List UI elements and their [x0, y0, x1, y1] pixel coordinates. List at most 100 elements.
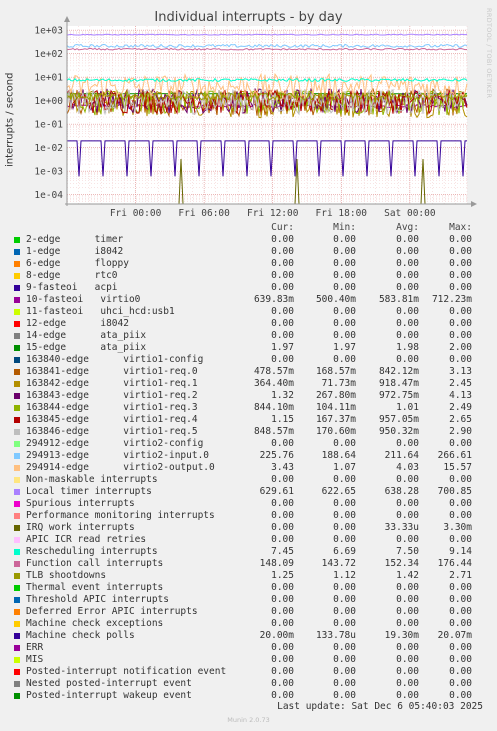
- legend-cur-value: 0.00: [271, 270, 294, 281]
- legend-row: Non-maskable interrupts 0.00 0.00 0.00 0.00: [0, 474, 497, 486]
- legend-series-name: Rescheduling interrupts: [26, 546, 158, 557]
- legend-max-value: 0.00: [449, 354, 472, 365]
- legend-series-name: Non-maskable interrupts: [26, 474, 158, 485]
- legend-cur-value: 0.00: [271, 438, 294, 449]
- legend-max-value: 0.00: [449, 246, 472, 257]
- munin-version: Munin 2.0.73: [227, 716, 270, 724]
- legend-swatch: [14, 501, 20, 507]
- legend-row: 163842-edge virtio1-req.1 364.40m 71.73m 91…: [0, 378, 497, 390]
- legend-min-value: 0.00: [333, 354, 356, 365]
- legend-cur-value: 478.57m: [253, 366, 294, 377]
- legend-max-value: 2.49: [449, 402, 472, 413]
- legend-cur-value: 0.00: [271, 594, 294, 605]
- legend-min-value: 0.00: [333, 234, 356, 245]
- legend-series-name: 163843-edge virtio1-req.2: [26, 390, 198, 401]
- legend-cur-value: 1.25: [271, 570, 294, 581]
- legend-series-name: Performance monitoring interrupts: [26, 510, 215, 521]
- legend-max-value: 2.00: [449, 342, 472, 353]
- legend-cur-value: 0.00: [271, 318, 294, 329]
- legend-row: ERR 0.00 0.00 0.00 0.00: [0, 642, 497, 654]
- legend-series-name: IRQ work interrupts: [26, 522, 135, 533]
- legend-max-value: 9.14: [449, 546, 472, 557]
- legend-cur-value: 0.00: [271, 474, 294, 485]
- legend-swatch: [14, 393, 20, 399]
- legend-series-name: 163841-edge virtio1-req.0: [26, 366, 198, 377]
- y-tick-label: 1e-03: [34, 167, 63, 178]
- legend-max-value: 0.00: [449, 498, 472, 509]
- legend-swatch: [14, 573, 20, 579]
- legend-max-value: 0.00: [449, 474, 472, 485]
- legend-max-value: 0.00: [449, 642, 472, 653]
- legend-row: 163844-edge virtio1-req.3 844.10m 104.11m 1…: [0, 402, 497, 414]
- legend-min-value: 1.12: [333, 570, 356, 581]
- legend-swatch: [14, 537, 20, 543]
- legend: 2-edge timer 0.00 0.00 0.00 0.00 1-edge i8042…: [0, 234, 497, 702]
- legend-cur-value: 0.00: [271, 330, 294, 341]
- legend-swatch: [14, 357, 20, 363]
- legend-header: Cur: Min: Avg: Max:: [0, 222, 497, 234]
- y-tick-label: 1e+03: [34, 26, 63, 37]
- legend-series-name: 163840-edge virtio1-config: [26, 354, 204, 365]
- legend-series-name: 14-edge ata_piix: [26, 330, 147, 341]
- legend-series-name: Deferred Error APIC interrupts: [26, 606, 198, 617]
- legend-series-name: TLB shootdowns: [26, 570, 107, 581]
- legend-swatch: [14, 441, 20, 447]
- legend-row: 15-edge ata_piix 1.97 1.97 1.98 2.00: [0, 342, 497, 354]
- legend-swatch: [14, 645, 20, 651]
- legend-max-value: 2.45: [449, 378, 472, 389]
- legend-swatch: [14, 429, 20, 435]
- y-tick-label: 1e+01: [34, 73, 63, 84]
- legend-swatch: [14, 309, 20, 315]
- legend-swatch: [14, 693, 20, 699]
- legend-cur-value: 1.97: [271, 342, 294, 353]
- legend-min-value: 0.00: [333, 474, 356, 485]
- legend-min-value: 0.00: [333, 606, 356, 617]
- legend-max-value: 15.57: [443, 462, 472, 473]
- legend-max-value: 0.00: [449, 306, 472, 317]
- legend-series-name: Posted-interrupt notification event: [26, 666, 227, 677]
- legend-row: APIC ICR read retries 0.00 0.00 0.00 0.00: [0, 534, 497, 546]
- legend-series-name: 10-fasteoi virtio0: [26, 294, 141, 305]
- legend-series-name: Nested posted-interrupt event: [26, 678, 192, 689]
- legend-row: 163843-edge virtio1-req.2 1.32 267.80m 972.…: [0, 390, 497, 402]
- legend-swatch: [14, 477, 20, 483]
- legend-row: 9-fasteoi acpi 0.00 0.00 0.00 0.00: [0, 282, 497, 294]
- legend-series-name: 294912-edge virtio2-config: [26, 438, 204, 449]
- legend-cur-value: 364.40m: [253, 378, 294, 389]
- y-axis-arrow: [64, 16, 70, 22]
- legend-swatch: [14, 405, 20, 411]
- legend-row: 294912-edge virtio2-config 0.00 0.00 0.00 0.…: [0, 438, 497, 450]
- legend-row: 11-fasteoi uhci_hcd:usb1 0.00 0.00 0.00 0.00: [0, 306, 497, 318]
- legend-swatch: [14, 513, 20, 519]
- legend-swatch: [14, 369, 20, 375]
- legend-row: Rescheduling interrupts 7.45 6.69 7.50 9.14: [0, 546, 497, 558]
- legend-cur-value: 0.00: [271, 642, 294, 653]
- legend-max-value: 0.00: [449, 666, 472, 677]
- legend-series-name: Local timer interrupts: [26, 486, 152, 497]
- legend-max-value: 0.00: [449, 438, 472, 449]
- legend-min-value: 0.00: [333, 270, 356, 281]
- legend-row: 163840-edge virtio1-config 0.00 0.00 0.00 0.…: [0, 354, 497, 366]
- legend-row: Threshold APIC interrupts 0.00 0.00 0.00 0.0…: [0, 594, 497, 606]
- legend-series-name: 6-edge floppy: [26, 258, 129, 269]
- legend-min-value: 0.00: [333, 534, 356, 545]
- legend-min-value: 0.00: [333, 618, 356, 629]
- legend-cur-value: 848.57m: [253, 426, 294, 437]
- legend-cur-value: 1.32: [271, 390, 294, 401]
- legend-series-name: 8-edge rtc0: [26, 270, 118, 281]
- legend-swatch: [14, 657, 20, 663]
- legend-max-value: 0.00: [449, 258, 472, 269]
- legend-row: Deferred Error APIC interrupts 0.00 0.00 0.…: [0, 606, 497, 618]
- legend-cur-value: 0.00: [271, 522, 294, 533]
- legend-swatch: [14, 525, 20, 531]
- legend-series-name: 294913-edge virtio2-input.0: [26, 450, 210, 461]
- legend-min-value: 0.00: [333, 582, 356, 593]
- legend-row: 294914-edge virtio2-output.0 3.43 1.07 4.03…: [0, 462, 497, 474]
- legend-swatch: [14, 453, 20, 459]
- legend-max-value: 0.00: [449, 270, 472, 281]
- legend-cur-value: 0.00: [271, 534, 294, 545]
- legend-swatch: [14, 681, 20, 687]
- legend-max-value: 4.13: [449, 390, 472, 401]
- legend-series-name: Posted-interrupt wakeup event: [26, 690, 192, 701]
- legend-cur-value: 0.00: [271, 654, 294, 665]
